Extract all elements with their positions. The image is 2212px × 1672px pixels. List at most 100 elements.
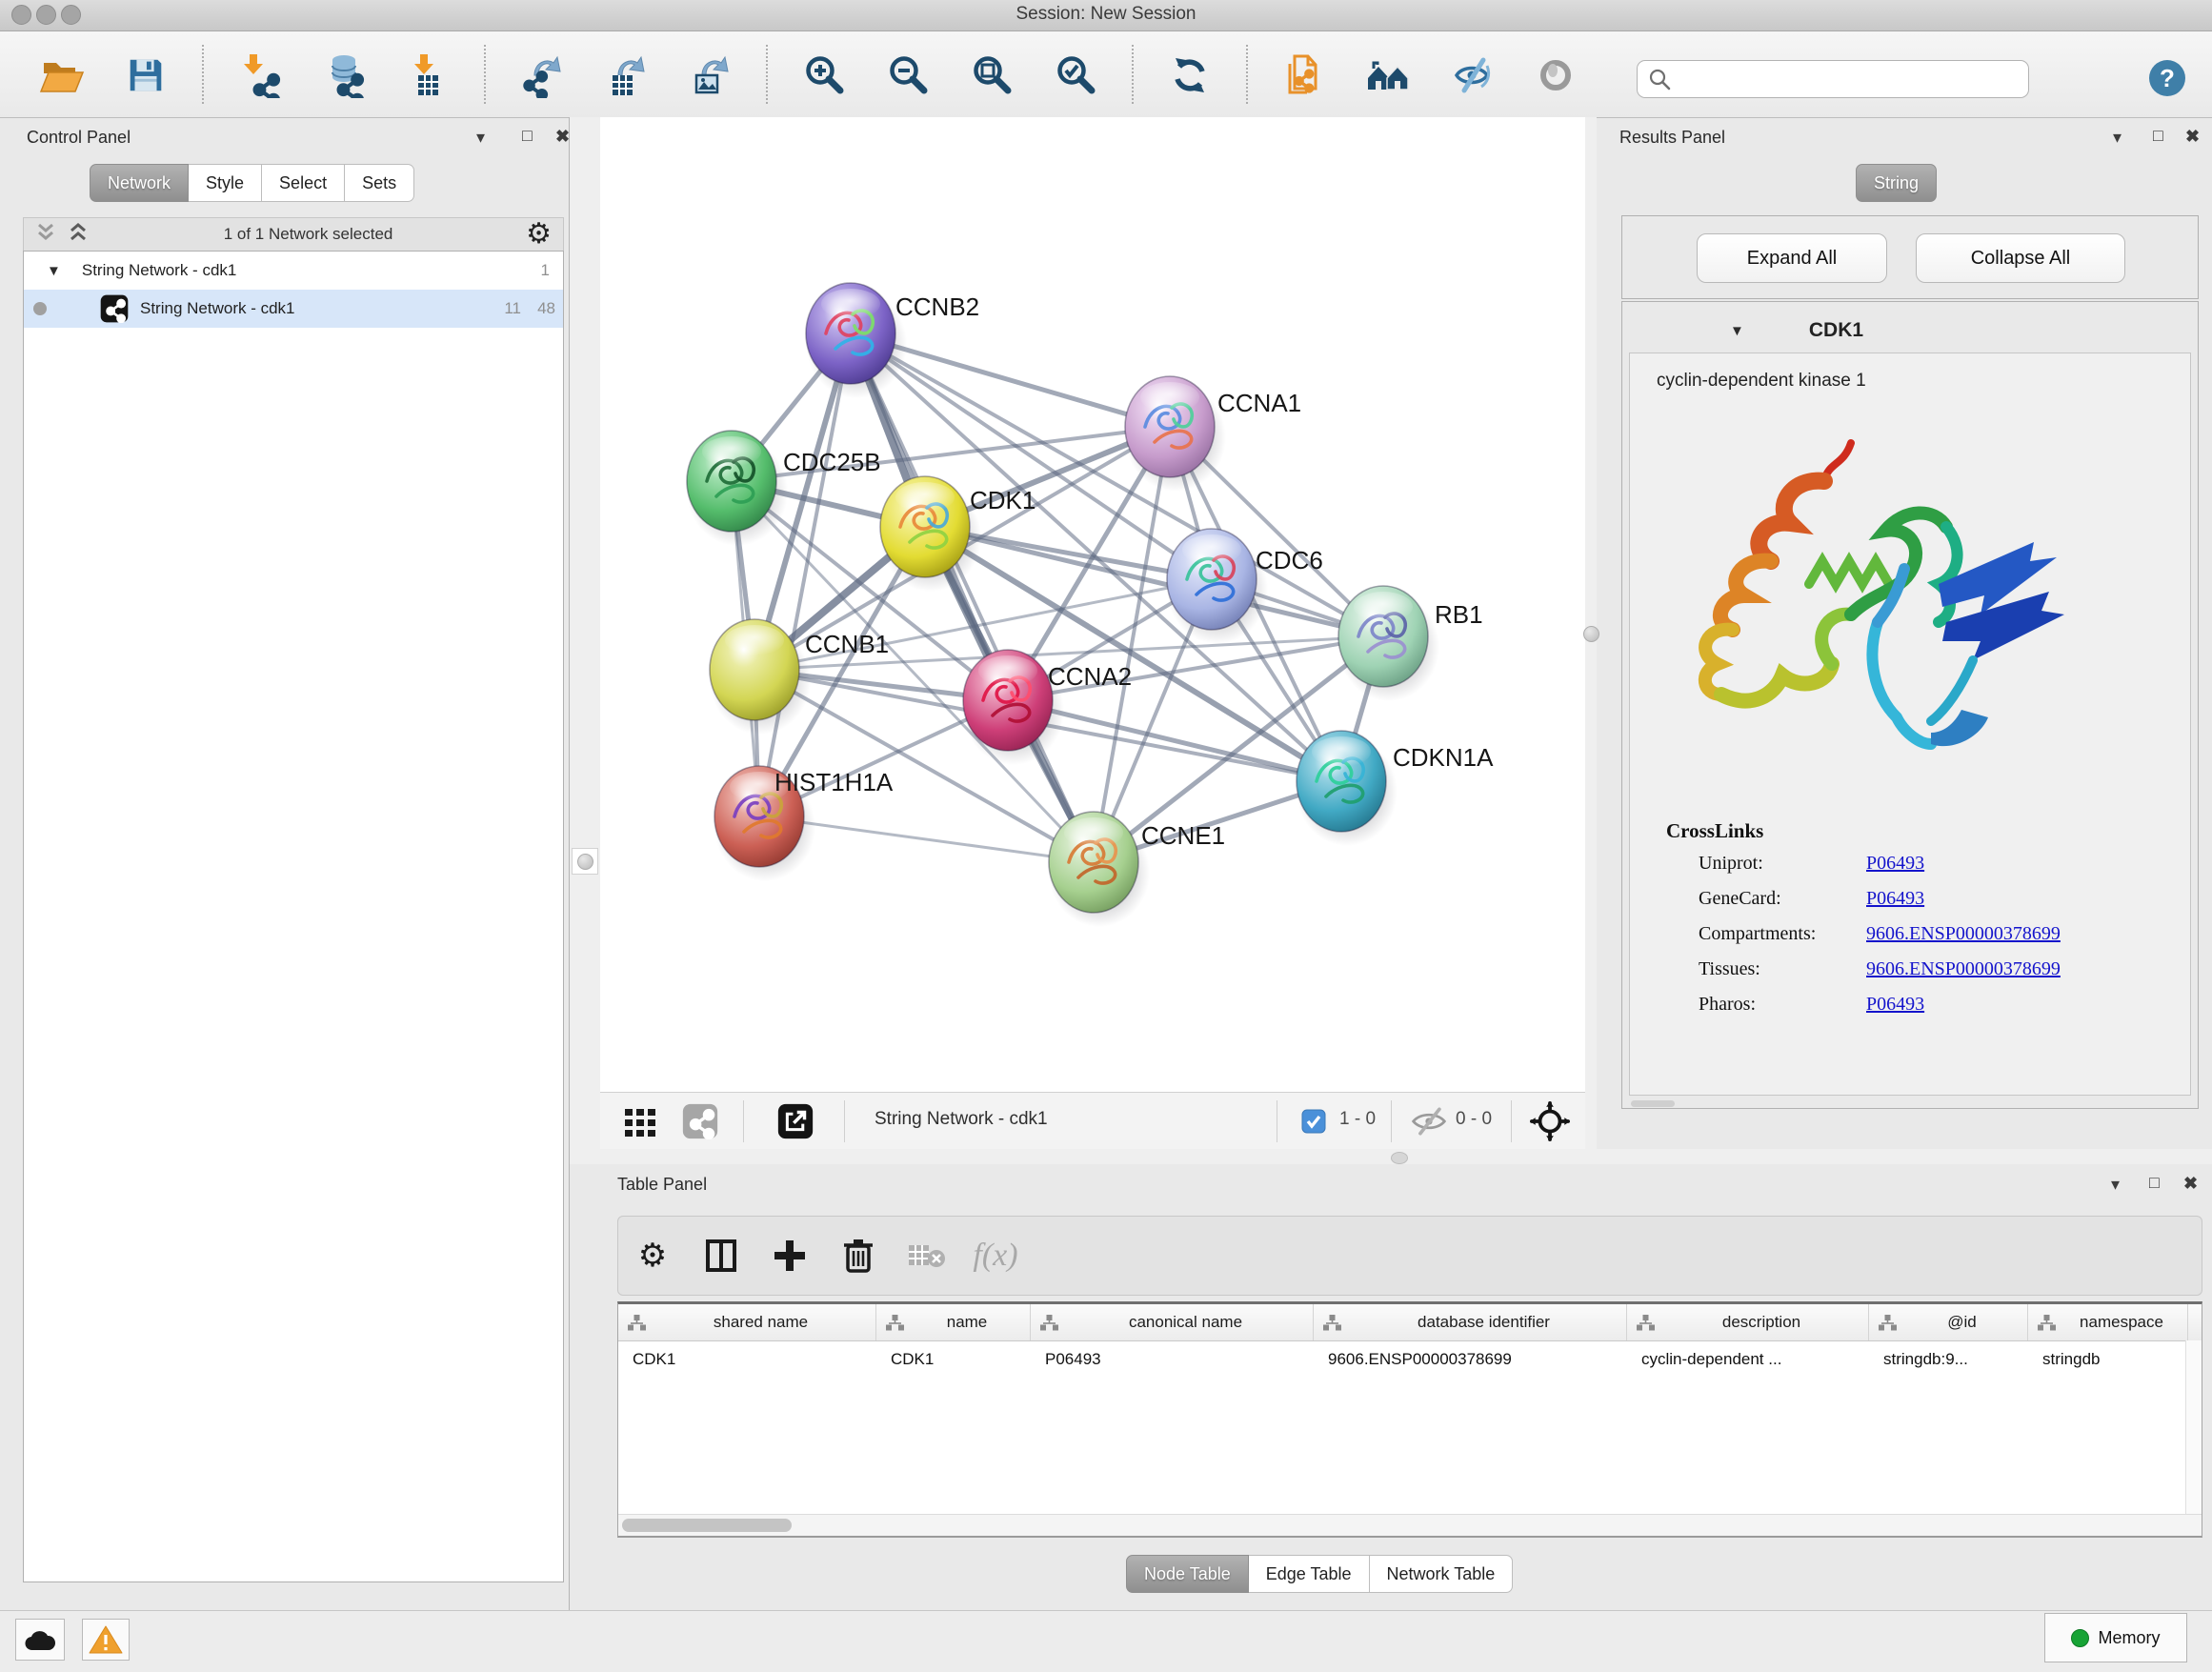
zoom-out-button[interactable] [871,48,945,103]
node-table[interactable]: shared namenamecanonical namedatabase id… [617,1301,2202,1538]
first-neighbors-button[interactable] [1351,48,1425,103]
network-graph[interactable]: CCNB2 CCNA1 CDC25B CDK1 CDC6 [600,117,1585,1092]
show-graphics-details-button[interactable] [1518,48,1593,103]
network-canvas[interactable]: CCNB2 CCNA1 CDC25B CDK1 CDC6 [600,117,1585,1092]
help-button[interactable]: ? [2148,59,2186,102]
import-table-from-file-button[interactable] [391,48,465,103]
refresh-view-button[interactable] [1153,48,1227,103]
import-network-from-file-button[interactable] [223,48,297,103]
table-vertical-scrollbar[interactable] [2185,1340,2202,1515]
network-node-CDKN1A[interactable]: CDKN1A [1297,731,1494,846]
birdseye-grid-icon[interactable] [623,1105,657,1144]
tab-style[interactable]: Style [189,164,262,202]
import-network-from-database-button[interactable] [307,48,381,103]
tab-string[interactable]: String [1856,164,1937,202]
tab-edge-table[interactable]: Edge Table [1249,1555,1370,1593]
horizontal-splitter-handle[interactable] [1391,1152,1408,1164]
warnings-button[interactable] [82,1619,130,1661]
network-node-CDC25B[interactable]: CDC25B [687,431,881,546]
network-options-gear-icon[interactable]: ⚙ [526,220,552,249]
column-header-description[interactable]: description [1627,1304,1869,1340]
network-node-RB1[interactable]: RB1 [1338,586,1483,701]
control-panel-collapse-icon[interactable]: ▾ [476,129,485,146]
horizontal-splitter[interactable] [570,1149,2212,1164]
show-columns-button[interactable] [687,1227,755,1284]
crosslink-link[interactable]: 9606.ENSP00000378699 [1866,958,2061,980]
column-header-shared-name[interactable]: shared name [618,1304,876,1340]
table-panel-float-icon[interactable]: □ [2149,1174,2160,1191]
save-session-button[interactable] [109,48,183,103]
table-horizontal-scrollbar[interactable] [618,1514,2202,1536]
crosslink-link[interactable]: P06493 [1866,888,1924,910]
table-cell[interactable]: CDK1 [876,1341,1031,1378]
hide-selection-button[interactable] [1435,48,1509,103]
hidden-eye-icon[interactable] [1410,1107,1448,1140]
section-collapse-triangle-icon[interactable]: ▼ [1730,323,1744,339]
network-node-CDK1[interactable]: CDK1 [880,476,1036,592]
results-panel-collapse-icon[interactable]: ▾ [2113,129,2122,146]
left-splitter[interactable] [570,117,600,1149]
table-panel-close-icon[interactable]: ✖ [2183,1175,2198,1192]
table-settings-gear-button[interactable]: ⚙ [618,1227,687,1284]
zoom-in-button[interactable] [787,48,861,103]
zoom-fit-content-button[interactable] [955,48,1029,103]
left-splitter-handle[interactable] [572,848,598,875]
table-row[interactable]: CDK1CDK1P064939606.ENSP00000378699cyclin… [618,1341,2202,1378]
network-node-HIST1H1A[interactable]: HIST1H1A [714,766,894,881]
column-header-namespace[interactable]: namespace [2028,1304,2188,1340]
export-image-button[interactable] [673,48,747,103]
crosslink-link[interactable]: 9606.ENSP00000378699 [1866,923,2061,945]
network-node-CCNA2[interactable]: CCNA2 [963,650,1132,765]
new-network-from-selection-button[interactable] [1267,48,1341,103]
open-file-button[interactable] [25,48,99,103]
tab-select[interactable]: Select [262,164,345,202]
memory-button[interactable]: Memory [2044,1613,2187,1662]
delete-columns-button[interactable] [824,1227,893,1284]
network-edge[interactable] [759,333,851,816]
crosslink-link[interactable]: P06493 [1866,994,1924,1016]
fit-selected-crosshair-icon[interactable] [1530,1101,1570,1146]
expand-all-networks-icon[interactable] [66,220,90,250]
gene-section-header[interactable]: ▼ CDK1 [1629,309,2191,353]
table-cell[interactable]: stringdb [2028,1341,2188,1378]
tab-network[interactable]: Network [90,164,189,202]
table-cell[interactable]: 9606.ENSP00000378699 [1314,1341,1627,1378]
results-panel-close-icon[interactable]: ✖ [2185,128,2200,145]
tree-expand-triangle-icon[interactable]: ▼ [47,263,61,279]
tab-node-table[interactable]: Node Table [1126,1555,1249,1593]
export-network-button[interactable] [505,48,579,103]
tab-sets[interactable]: Sets [345,164,414,202]
column-header-canonical-name[interactable]: canonical name [1031,1304,1314,1340]
network-node-CDC6[interactable]: CDC6 [1167,529,1323,644]
column-header-database-identifier[interactable]: database identifier [1314,1304,1627,1340]
zoom-selected-region-button[interactable] [1038,48,1113,103]
network-tree-root-row[interactable]: ▼ String Network - cdk1 1 [24,252,563,290]
network-node-CCNB2[interactable]: CCNB2 [806,283,979,398]
control-panel-close-icon[interactable]: ✖ [555,128,570,145]
control-panel-float-icon[interactable]: □ [522,127,533,144]
table-cell[interactable]: CDK1 [618,1341,876,1378]
network-overview-icon[interactable] [682,1103,718,1144]
table-cell[interactable]: stringdb:9... [1869,1341,2028,1378]
collapse-all-button[interactable]: Collapse All [1916,233,2125,283]
search-input[interactable] [1672,69,2028,90]
export-table-button[interactable] [589,48,663,103]
collapse-all-networks-icon[interactable] [33,220,58,250]
crosslink-link[interactable]: P06493 [1866,853,1924,875]
create-column-button[interactable] [755,1227,824,1284]
network-tree-row[interactable]: String Network - cdk1 11 48 [24,290,563,328]
table-cell[interactable]: P06493 [1031,1341,1314,1378]
network-edge[interactable] [925,527,1383,636]
expand-all-button[interactable]: Expand All [1697,233,1887,283]
right-splitter[interactable] [1585,117,1597,1149]
column-header--id[interactable]: @id [1869,1304,2028,1340]
tab-network-table[interactable]: Network Table [1370,1555,1514,1593]
results-panel-float-icon[interactable]: □ [2153,127,2163,144]
selected-checkbox-icon[interactable] [1301,1109,1326,1138]
network-node-CCNA1[interactable]: CCNA1 [1125,376,1301,492]
table-cell[interactable]: cyclin-dependent ... [1627,1341,1869,1378]
results-scrollbar-thumb[interactable] [1631,1100,1675,1107]
table-hscroll-thumb[interactable] [622,1519,792,1532]
table-panel-collapse-icon[interactable]: ▾ [2111,1176,2120,1193]
cloud-button[interactable] [15,1619,65,1661]
